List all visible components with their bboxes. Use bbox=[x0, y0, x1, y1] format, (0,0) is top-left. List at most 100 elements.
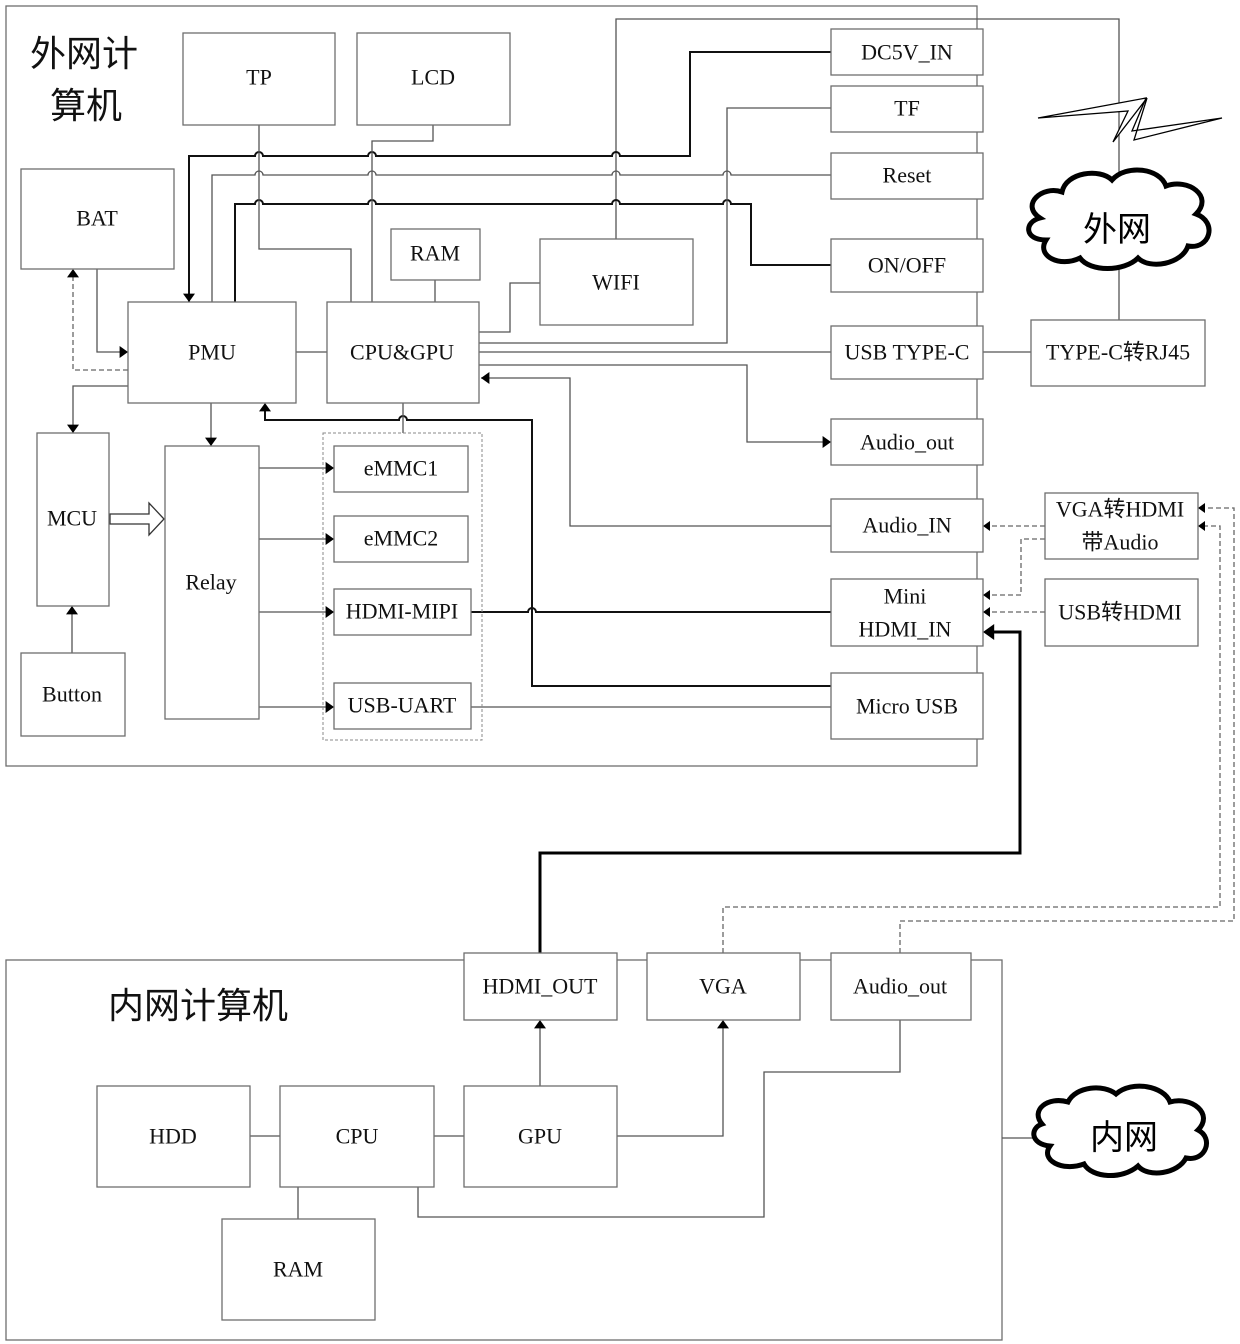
vga-hdmi-audio-label-line1: VGA转HDMI bbox=[1056, 497, 1184, 522]
usb-hdmi-label: USB转HDMI bbox=[1058, 600, 1181, 625]
micro-usb-port[interactable]: Micro USB bbox=[830, 672, 984, 740]
dc5v-in-label: DC5V_IN bbox=[861, 40, 953, 65]
hdmi-mipi-block[interactable]: HDMI-MIPI bbox=[333, 588, 472, 636]
hdd-label: HDD bbox=[149, 1124, 197, 1149]
hdmi-mipi-to-mini-hdmi bbox=[471, 607, 831, 613]
vga-hdmi-audio-adapter[interactable]: VGA转HDMI 带Audio bbox=[1044, 492, 1199, 560]
pmu-block[interactable]: PMU bbox=[127, 301, 297, 404]
bat-pmu-arrow bbox=[119, 346, 128, 358]
mcu-relay-control-arrow bbox=[109, 501, 165, 537]
micro-usb-pmu-arrow bbox=[259, 403, 271, 412]
hdmi-mipi-label: HDMI-MIPI bbox=[346, 599, 458, 624]
hdd-block[interactable]: HDD bbox=[96, 1085, 251, 1188]
gpu-label: GPU bbox=[518, 1124, 562, 1149]
vga-hdmi-audio-label-line2: 带Audio bbox=[1081, 530, 1158, 555]
vga-adapter-arrow-upper bbox=[1198, 503, 1205, 513]
relay-label: Relay bbox=[185, 570, 236, 595]
reset-port[interactable]: Reset bbox=[830, 152, 984, 200]
button-label: Button bbox=[42, 682, 102, 707]
outer-computer-title-line2: 算机 bbox=[50, 86, 122, 127]
mini-hdmi-dash-arrow-1 bbox=[983, 590, 990, 600]
relay-emmc2-arrow bbox=[325, 533, 334, 545]
inner-computer-title: 内网计算机 bbox=[108, 986, 288, 1027]
tf-label: TF bbox=[894, 96, 920, 121]
outer-computer-title-line1: 外网计 bbox=[30, 34, 138, 75]
emmc1-block[interactable]: eMMC1 bbox=[333, 445, 469, 493]
audio-in-dash-arrow bbox=[983, 521, 990, 531]
pmu-label: PMU bbox=[188, 340, 236, 365]
audio-in-label: Audio_IN bbox=[862, 513, 951, 538]
mcu-block[interactable]: MCU bbox=[36, 432, 110, 607]
emmc1-label: eMMC1 bbox=[364, 456, 439, 481]
hdmi-out-block[interactable]: HDMI_OUT bbox=[463, 952, 618, 1021]
inner-audio-out-block[interactable]: Audio_out bbox=[830, 952, 972, 1021]
audio-out-port[interactable]: Audio_out bbox=[830, 418, 984, 466]
usb-hdmi-adapter[interactable]: USB转HDMI bbox=[1044, 578, 1199, 647]
pmu-relay-arrow bbox=[205, 437, 217, 446]
cpu-block[interactable]: CPU bbox=[279, 1085, 435, 1188]
tp-label: TP bbox=[246, 65, 272, 90]
tp-to-cpu bbox=[258, 125, 352, 302]
typec-rj45-label: TYPE-C转RJ45 bbox=[1046, 340, 1190, 365]
tf-port[interactable]: TF bbox=[830, 85, 984, 133]
tp-block[interactable]: TP bbox=[182, 32, 336, 126]
hdmi-out-label: HDMI_OUT bbox=[483, 974, 598, 999]
pmu-bat-arrow bbox=[67, 269, 79, 278]
inner-audio-out-label: Audio_out bbox=[853, 974, 947, 999]
on-off-to-pmu bbox=[234, 199, 831, 302]
usb-type-c-label: USB TYPE-C bbox=[845, 340, 970, 365]
relay-usb-uart-arrow bbox=[325, 701, 334, 713]
audio-in-to-cpu bbox=[481, 377, 831, 527]
mini-hdmi-in-label-line2: HDMI_IN bbox=[859, 617, 952, 642]
cpu-gpu-block[interactable]: CPU&GPU bbox=[326, 301, 480, 404]
micro-usb-label: Micro USB bbox=[856, 694, 958, 719]
gpu-hdmi-out-arrow bbox=[534, 1020, 546, 1029]
system-block-diagram: 外网计 算机 内网计算机 TP LCD BAT RAM WIFI PMU CPU… bbox=[5, 5, 1235, 1341]
pmu-mcu-arrow bbox=[67, 424, 79, 433]
typec-rj45-adapter[interactable]: TYPE-C转RJ45 bbox=[1030, 319, 1206, 387]
audio-out-label: Audio_out bbox=[860, 430, 954, 455]
inner-ram-block[interactable]: RAM bbox=[221, 1218, 376, 1321]
button-block[interactable]: Button bbox=[20, 652, 126, 737]
ram-label: RAM bbox=[410, 241, 460, 266]
gpu-vga-arrow bbox=[717, 1020, 729, 1029]
ram-block[interactable]: RAM bbox=[390, 228, 481, 281]
usb-uart-label: USB-UART bbox=[348, 693, 457, 718]
bat-label: BAT bbox=[76, 206, 118, 231]
wireless-bolt-icon bbox=[1037, 97, 1223, 143]
emmc2-label: eMMC2 bbox=[364, 526, 439, 551]
audio-out-arrow bbox=[822, 436, 831, 448]
audio-in-port[interactable]: Audio_IN bbox=[830, 498, 984, 553]
mini-hdmi-dash-arrow-2 bbox=[983, 607, 990, 617]
bat-to-pmu bbox=[96, 269, 128, 353]
on-off-port[interactable]: ON/OFF bbox=[830, 238, 984, 293]
gpu-block[interactable]: GPU bbox=[463, 1085, 618, 1188]
reset-label: Reset bbox=[883, 163, 932, 188]
vga-adapter-arrow-lower bbox=[1198, 521, 1205, 531]
button-mcu-arrow bbox=[66, 606, 78, 615]
emmc2-block[interactable]: eMMC2 bbox=[333, 515, 469, 563]
cpu-audio-in-arrow bbox=[481, 372, 490, 384]
external-network-cloud: 外网 bbox=[1026, 167, 1212, 271]
mcu-label: MCU bbox=[47, 506, 97, 531]
wifi-label: WIFI bbox=[592, 270, 640, 295]
relay-block[interactable]: Relay bbox=[164, 445, 260, 720]
lcd-label: LCD bbox=[411, 65, 455, 90]
dc5v-in-port[interactable]: DC5V_IN bbox=[830, 28, 984, 76]
relay-emmc1-arrow bbox=[325, 462, 334, 474]
usb-type-c-port[interactable]: USB TYPE-C bbox=[830, 325, 984, 380]
on-off-label: ON/OFF bbox=[868, 253, 946, 278]
pmu-to-mcu bbox=[72, 385, 128, 433]
lcd-block[interactable]: LCD bbox=[356, 32, 511, 126]
mini-hdmi-bold-arrow bbox=[983, 624, 995, 640]
mini-hdmi-in-port[interactable]: Mini HDMI_IN bbox=[830, 578, 984, 647]
bat-block[interactable]: BAT bbox=[20, 168, 175, 270]
external-network-label: 外网 bbox=[1083, 210, 1151, 250]
vga-label: VGA bbox=[699, 974, 747, 999]
vga-block[interactable]: VGA bbox=[646, 952, 801, 1021]
internal-network-cloud: 内网 bbox=[1031, 1083, 1209, 1179]
relay-hdmi-mipi-arrow bbox=[325, 606, 334, 618]
wifi-block[interactable]: WIFI bbox=[539, 238, 694, 326]
usb-uart-block[interactable]: USB-UART bbox=[333, 682, 472, 730]
gpu-to-vga bbox=[617, 1026, 724, 1137]
